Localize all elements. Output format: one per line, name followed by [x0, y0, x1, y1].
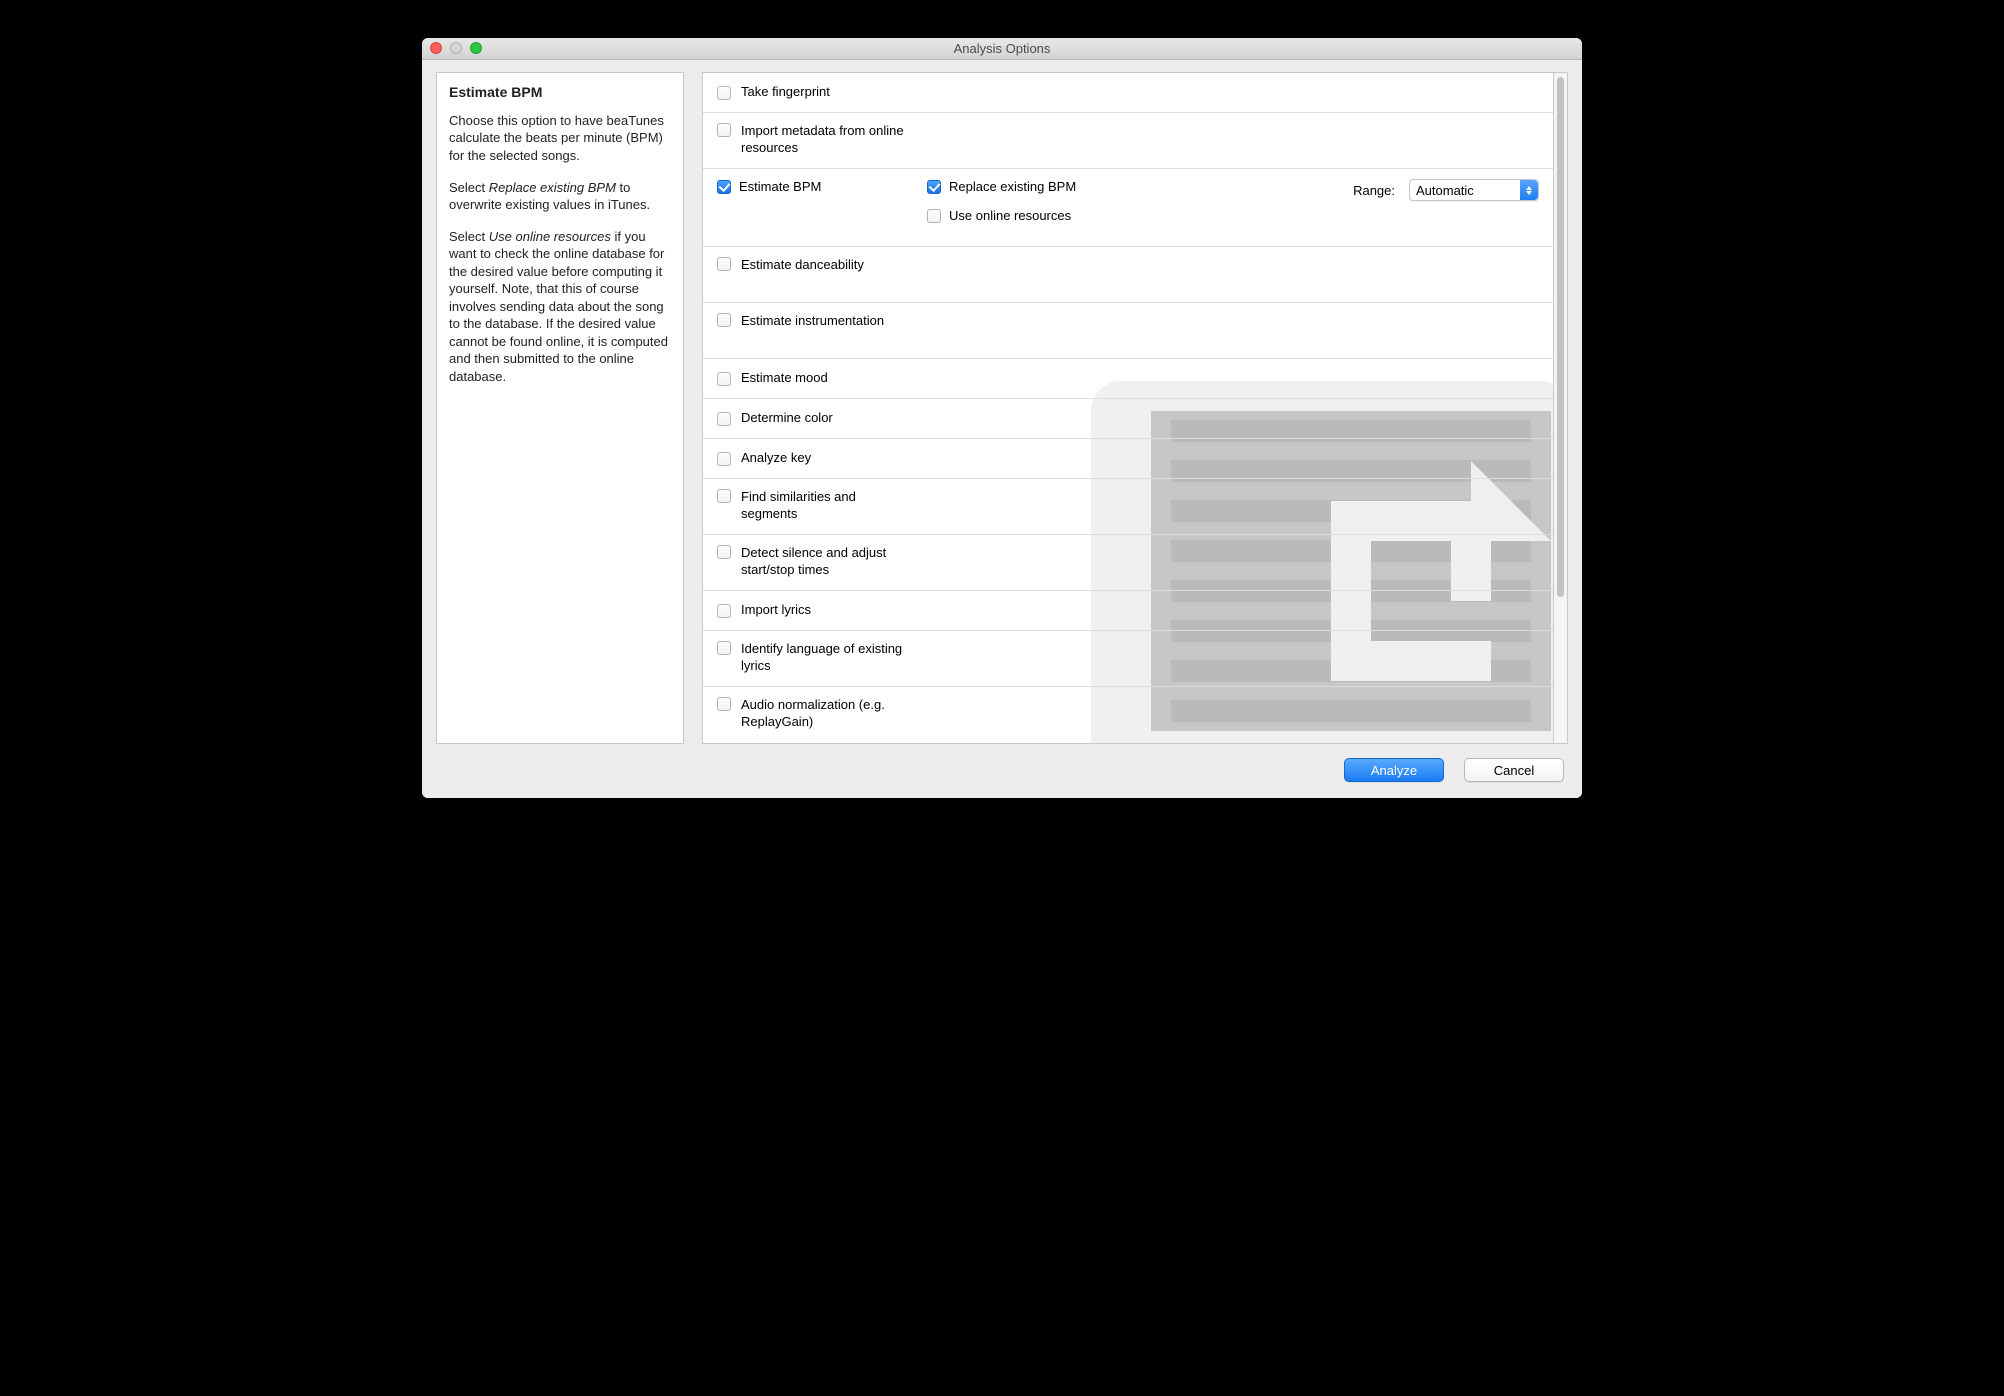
window-title: Analysis Options — [954, 41, 1051, 56]
scrollbar[interactable] — [1553, 72, 1568, 744]
option-normalize[interactable]: Audio normalization (e.g. ReplayGain) — [703, 687, 1553, 743]
window-controls — [430, 42, 482, 54]
option-import-metadata[interactable]: Import metadata from online resources — [703, 113, 1553, 169]
range-select[interactable]: Automatic — [1409, 179, 1539, 201]
checkbox-icon[interactable] — [717, 452, 731, 466]
range-label: Range: — [1353, 183, 1395, 198]
option-silence[interactable]: Detect silence and adjust start/stop tim… — [703, 535, 1553, 591]
cancel-button[interactable]: Cancel — [1464, 758, 1564, 782]
checkbox-icon[interactable] — [717, 604, 731, 618]
checkbox-icon[interactable] — [717, 697, 731, 711]
dialog-footer: Analyze Cancel — [422, 748, 1582, 798]
checkbox-icon[interactable] — [717, 86, 731, 100]
checkbox-icon[interactable] — [717, 489, 731, 503]
option-mood[interactable]: Estimate mood — [703, 359, 1553, 399]
checkbox-icon[interactable] — [927, 209, 941, 223]
zoom-icon[interactable] — [470, 42, 482, 54]
checkbox-icon[interactable] — [717, 123, 731, 137]
option-language[interactable]: Identify language of existing lyrics — [703, 631, 1553, 687]
dialog-window: Analysis Options Estimate BPM Choose thi… — [422, 38, 1582, 798]
option-take-fingerprint[interactable]: Take fingerprint — [703, 73, 1553, 113]
minimize-icon — [450, 42, 462, 54]
chevron-updown-icon — [1520, 180, 1538, 200]
help-paragraph: Choose this option to have beaTunes calc… — [449, 112, 671, 165]
option-replace-bpm[interactable]: Replace existing BPM — [927, 179, 1177, 194]
dialog-body: Estimate BPM Choose this option to have … — [422, 60, 1582, 748]
option-color[interactable]: Determine color — [703, 399, 1553, 439]
scroll-thumb[interactable] — [1557, 77, 1564, 597]
checkbox-icon[interactable] — [717, 313, 731, 327]
option-similarities[interactable]: Find similarities and segments — [703, 479, 1553, 535]
options-list: Take fingerprint Import metadata from on… — [702, 72, 1553, 744]
titlebar: Analysis Options — [422, 38, 1582, 60]
checkbox-icon[interactable] — [717, 180, 731, 194]
close-icon[interactable] — [430, 42, 442, 54]
options-panel: Take fingerprint Import metadata from on… — [702, 72, 1568, 744]
help-paragraph: Select Use online resources if you want … — [449, 228, 671, 386]
checkbox-icon[interactable] — [717, 412, 731, 426]
help-panel: Estimate BPM Choose this option to have … — [436, 72, 684, 744]
option-danceability[interactable]: Estimate danceability — [703, 247, 1553, 303]
checkbox-icon[interactable] — [717, 641, 731, 655]
analyze-button[interactable]: Analyze — [1344, 758, 1444, 782]
help-heading: Estimate BPM — [449, 83, 671, 102]
checkbox-icon[interactable] — [927, 180, 941, 194]
option-lyrics[interactable]: Import lyrics — [703, 591, 1553, 631]
checkbox-icon[interactable] — [717, 257, 731, 271]
option-key[interactable]: Analyze key — [703, 439, 1553, 479]
option-use-online[interactable]: Use online resources — [927, 208, 1177, 223]
checkbox-icon[interactable] — [717, 545, 731, 559]
option-instrumentation[interactable]: Estimate instrumentation — [703, 303, 1553, 359]
checkbox-icon[interactable] — [717, 372, 731, 386]
help-paragraph: Select Replace existing BPM to overwrite… — [449, 179, 671, 214]
option-estimate-bpm[interactable]: Estimate BPM Replace existing BPM Use on… — [703, 169, 1553, 247]
